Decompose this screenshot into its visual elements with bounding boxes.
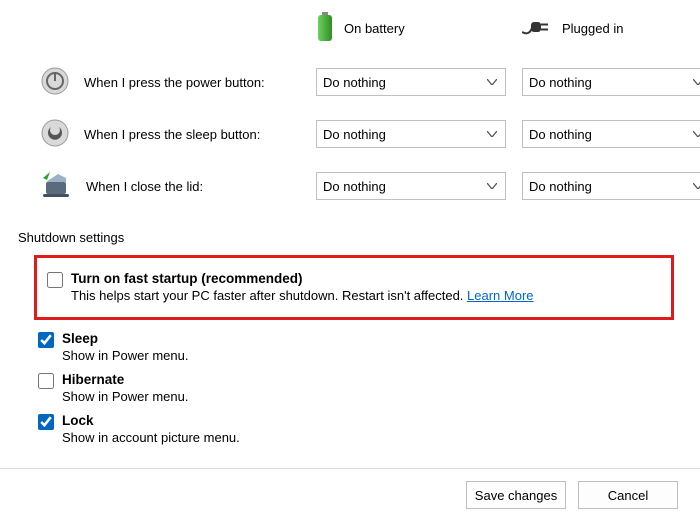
learn-more-link[interactable]: Learn More [467, 288, 533, 303]
power-button-row: When I press the power button: Do nothin… [16, 56, 684, 108]
hibernate-title: Hibernate [62, 372, 188, 387]
hibernate-desc: Show in Power menu. [62, 389, 188, 404]
close-lid-row: When I close the lid: Do nothing Do noth… [16, 160, 684, 212]
sleep-desc: Show in Power menu. [62, 348, 188, 363]
lock-desc: Show in account picture menu. [62, 430, 240, 445]
hibernate-option: Hibernate Show in Power menu. [16, 367, 684, 408]
sleep-button-icon [40, 118, 70, 151]
lock-option: Lock Show in account picture menu. [16, 408, 684, 449]
close-lid-label: When I close the lid: [86, 179, 203, 194]
fast-startup-title: Turn on fast startup (recommended) [71, 271, 534, 286]
on-battery-header: On battery [316, 12, 506, 45]
sleep-button-battery-select[interactable]: Do nothing [316, 120, 506, 148]
sleep-option: Sleep Show in Power menu. [16, 326, 684, 367]
power-options-panel: On battery Plugged in When I press the p… [0, 0, 700, 449]
column-headers: On battery Plugged in [16, 0, 684, 56]
power-button-label: When I press the power button: [84, 75, 265, 90]
hibernate-checkbox[interactable] [38, 373, 54, 389]
fast-startup-option: Turn on fast startup (recommended) This … [47, 266, 661, 307]
lock-checkbox[interactable] [38, 414, 54, 430]
sleep-title: Sleep [62, 331, 188, 346]
sleep-checkbox[interactable] [38, 332, 54, 348]
battery-icon [316, 12, 334, 45]
fast-startup-desc: This helps start your PC faster after sh… [71, 288, 534, 303]
lock-title: Lock [62, 413, 240, 428]
close-lid-battery-select[interactable]: Do nothing [316, 172, 506, 200]
sleep-button-label: When I press the sleep button: [84, 127, 260, 142]
fast-startup-highlight: Turn on fast startup (recommended) This … [34, 255, 674, 320]
plugged-in-label: Plugged in [562, 21, 623, 36]
on-battery-label: On battery [344, 21, 405, 36]
power-button-plugged-select[interactable]: Do nothing [522, 68, 700, 96]
plugged-in-header: Plugged in [522, 18, 700, 39]
plug-icon [522, 18, 552, 39]
sleep-button-row: When I press the sleep button: Do nothin… [16, 108, 684, 160]
laptop-lid-icon [40, 172, 72, 201]
cancel-button[interactable]: Cancel [578, 481, 678, 509]
save-changes-button[interactable]: Save changes [466, 481, 566, 509]
power-button-battery-select[interactable]: Do nothing [316, 68, 506, 96]
footer: Save changes Cancel [0, 468, 700, 521]
shutdown-settings-heading: Shutdown settings [16, 212, 684, 251]
close-lid-plugged-select[interactable]: Do nothing [522, 172, 700, 200]
fast-startup-checkbox[interactable] [47, 272, 63, 288]
sleep-button-plugged-select[interactable]: Do nothing [522, 120, 700, 148]
power-button-icon [40, 66, 70, 99]
